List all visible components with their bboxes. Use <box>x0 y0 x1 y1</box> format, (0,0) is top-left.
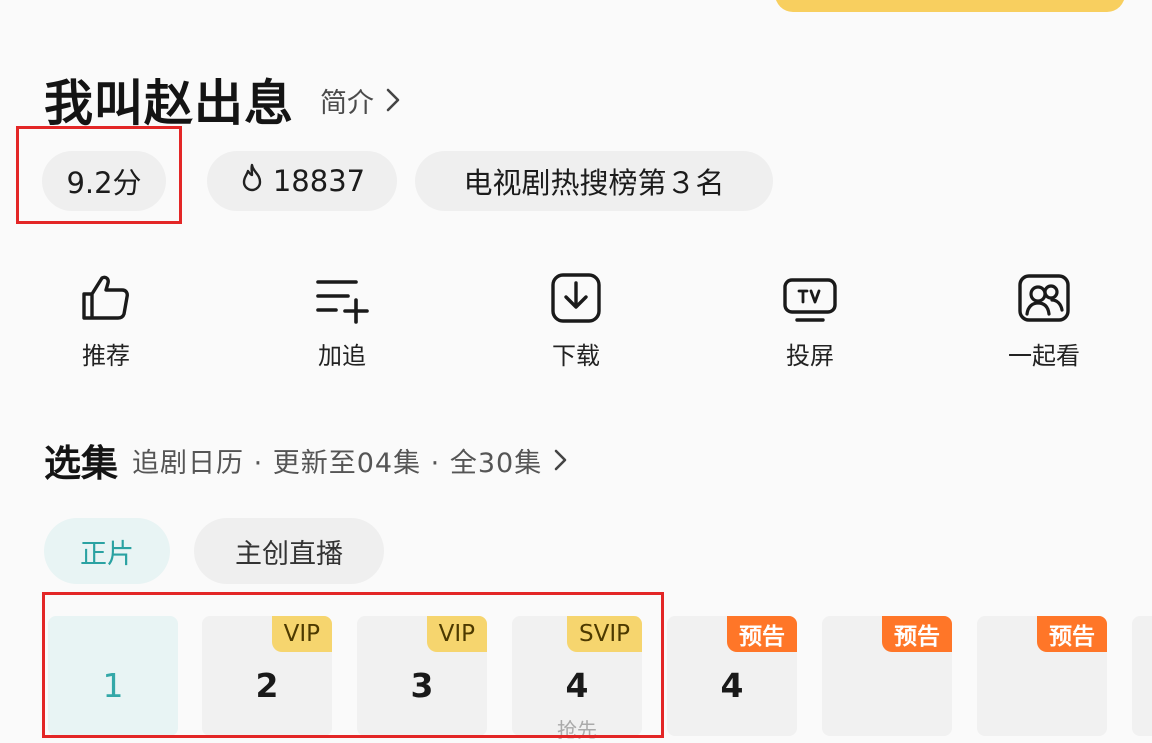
rank-badge[interactable]: 电视剧热搜榜第３名 <box>415 151 773 211</box>
add-to-list-icon <box>316 280 369 324</box>
recommend-label: 推荐 <box>82 342 130 370</box>
watch-together-button[interactable]: 一起看 <box>984 270 1104 371</box>
episode-number: 2 <box>255 666 279 705</box>
show-title: 我叫赵出息 <box>44 74 295 132</box>
episode-number: 4 <box>565 666 589 705</box>
title-row: 我叫赵出息 简介 <box>44 64 404 134</box>
svip-badge: SVIP <box>567 616 642 652</box>
preview-badge: 预告 <box>1037 616 1107 652</box>
download-label: 下载 <box>552 342 600 370</box>
download-icon <box>551 273 601 323</box>
recommend-button[interactable]: 推荐 <box>46 270 166 371</box>
episode-card[interactable]: 1 <box>48 616 178 736</box>
intro-link[interactable]: 简介 <box>320 81 404 120</box>
promo-banner[interactable] <box>775 0 1125 12</box>
episode-card[interactable] <box>1132 616 1152 736</box>
rank-text: 电视剧热搜榜第３名 <box>463 166 725 200</box>
episodes-meta-link[interactable]: 追剧日历 · 更新至04集 · 全30集 <box>132 441 572 480</box>
intro-label: 简介 <box>320 87 375 119</box>
episode-card[interactable]: SVIP 4 抢先 <box>512 616 642 742</box>
flame-icon <box>239 163 265 200</box>
preview-badge: 预告 <box>727 616 797 652</box>
vip-badge: VIP <box>426 616 487 652</box>
heat-badge: 18837 <box>207 151 397 211</box>
episodes-header: 选集 追剧日历 · 更新至04集 · 全30集 <box>44 432 572 488</box>
download-button[interactable]: 下载 <box>516 270 636 371</box>
tab-creator-live[interactable]: 主创直播 <box>194 518 384 584</box>
tv-cast-icon <box>783 278 837 322</box>
episode-card[interactable]: 预告 4 <box>667 616 797 736</box>
episode-number: 3 <box>410 666 434 705</box>
episode-card[interactable]: VIP 3 <box>357 616 487 736</box>
heat-value: 18837 <box>272 164 366 198</box>
episodes-meta: 追剧日历 · 更新至04集 · 全30集 <box>132 447 543 479</box>
episode-number: 1 <box>102 666 124 705</box>
action-bar: 推荐 加追 下载 投屏 一起看 <box>0 270 1152 380</box>
tab-main-feature[interactable]: 正片 <box>44 518 170 584</box>
watch-together-icon <box>1018 274 1070 322</box>
episodes-title: 选集 <box>44 442 118 485</box>
thumbs-up-icon <box>82 275 129 320</box>
episode-card[interactable]: 预告 <box>977 616 1107 736</box>
watch-together-label: 一起看 <box>1008 342 1080 370</box>
episode-list: 1 VIP 2 VIP 3 SVIP 4 抢先 预告 4 预告 预告 <box>0 616 1152 742</box>
preview-badge: 预告 <box>882 616 952 652</box>
follow-label: 加追 <box>318 342 366 370</box>
cast-button[interactable]: 投屏 <box>750 270 870 371</box>
chevron-right-icon <box>382 86 404 114</box>
vip-badge: VIP <box>271 616 332 652</box>
episode-subtitle: 抢先 <box>557 718 597 742</box>
episode-card[interactable]: 预告 <box>822 616 952 736</box>
score-badge: 9.2分 <box>42 151 166 211</box>
episode-card[interactable]: VIP 2 <box>202 616 332 736</box>
score-value: 9.2分 <box>66 166 142 200</box>
cast-label: 投屏 <box>786 342 834 370</box>
follow-button[interactable]: 加追 <box>282 270 402 371</box>
episode-number: 4 <box>720 666 744 705</box>
chevron-right-icon <box>550 446 572 474</box>
